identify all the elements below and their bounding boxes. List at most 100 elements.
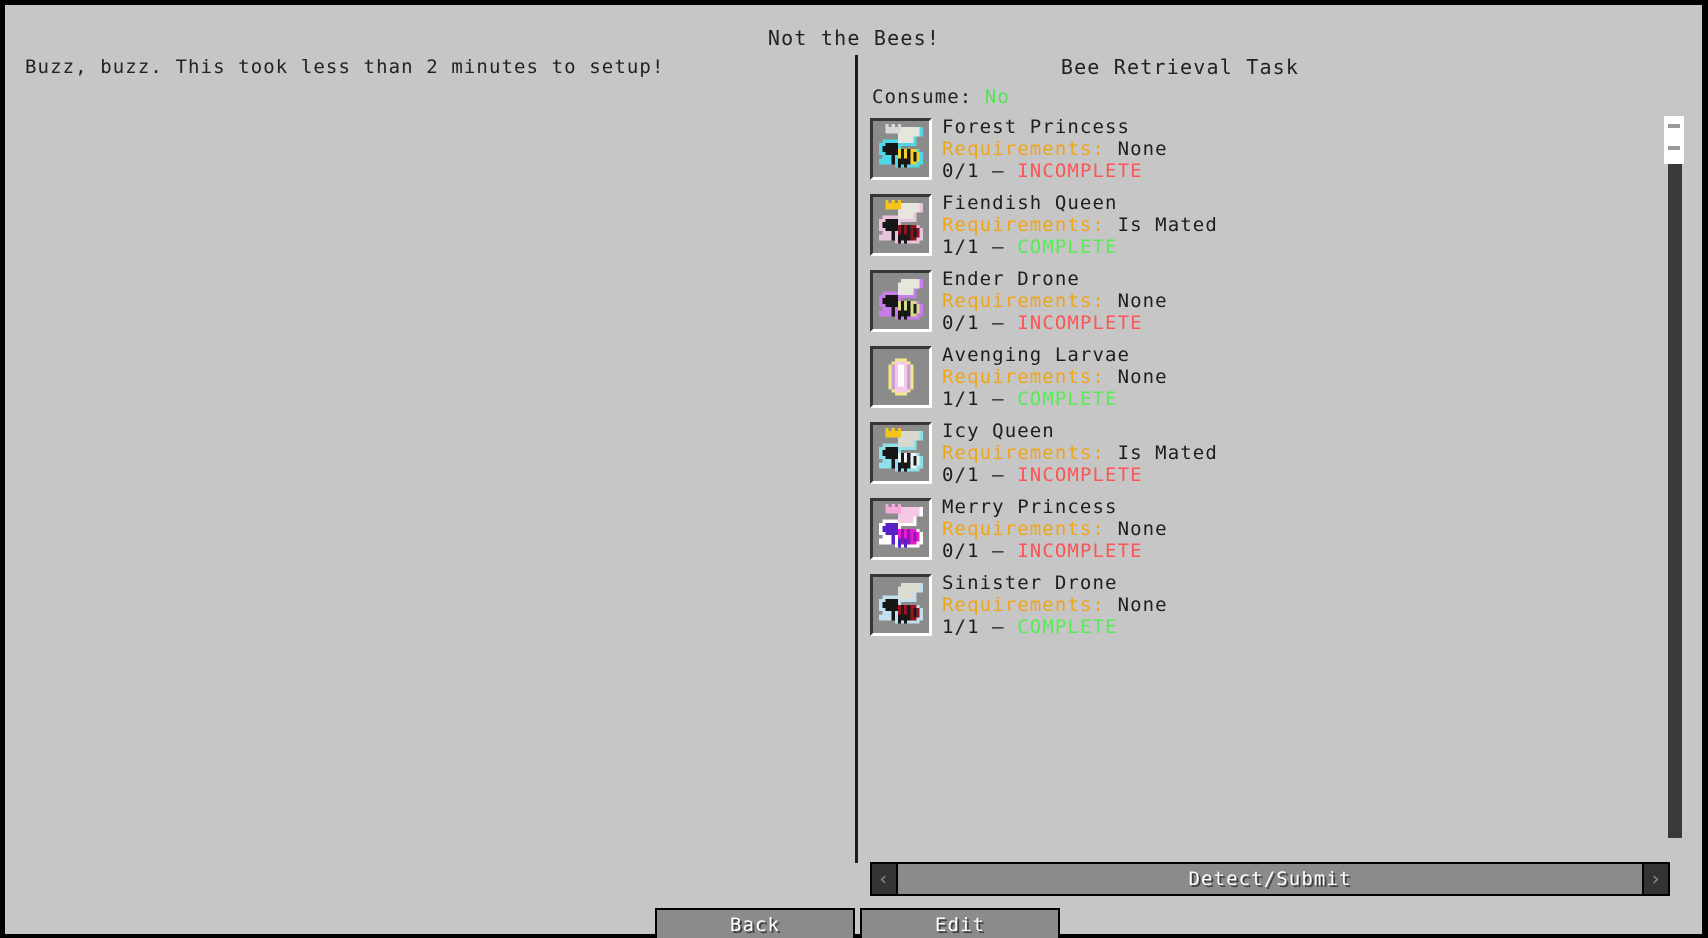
progress-status: COMPLETE bbox=[1017, 236, 1118, 258]
bee-task-list: Forest Princess Requirements: None 0/1 – I… bbox=[870, 116, 1630, 650]
progress-dash: – bbox=[992, 160, 1005, 182]
progress-dash: – bbox=[992, 616, 1005, 638]
bee-task-text: Fiendish Queen Requirements: Is Mated 1/1 … bbox=[942, 192, 1218, 258]
progress-count: 0/1 bbox=[942, 464, 980, 486]
edit-button-label: Edit bbox=[934, 913, 986, 936]
progress-count: 1/1 bbox=[942, 236, 980, 258]
progress-status: INCOMPLETE bbox=[1017, 464, 1143, 486]
detect-submit-label: Detect/Submit bbox=[1188, 867, 1352, 890]
requirements-value: None bbox=[1117, 518, 1168, 540]
panel-title: Bee Retrieval Task bbox=[1060, 55, 1300, 79]
bee-task-row[interactable]: Ender Drone Requirements: None 0/1 – INCOM… bbox=[870, 268, 1630, 340]
progress-status: COMPLETE bbox=[1017, 388, 1118, 410]
bee-ender-drone-icon[interactable] bbox=[870, 270, 932, 332]
scrollbar-grip-line bbox=[1668, 146, 1680, 150]
bee-name: Fiendish Queen bbox=[942, 192, 1118, 214]
progress-dash: – bbox=[992, 540, 1005, 562]
progress-count: 1/1 bbox=[942, 388, 980, 410]
requirements-key: Requirements: bbox=[942, 290, 1106, 312]
requirements-value: Is Mated bbox=[1117, 214, 1218, 236]
bee-requirements: Requirements: None bbox=[942, 366, 1168, 388]
requirements-value: None bbox=[1117, 366, 1168, 388]
back-button-label: Back bbox=[729, 913, 781, 936]
bee-progress: 0/1 – INCOMPLETE bbox=[942, 464, 1218, 486]
bee-task-text: Avenging Larvae Requirements: None 1/1 – C… bbox=[942, 344, 1168, 410]
back-button[interactable]: Back bbox=[655, 908, 855, 938]
bee-task-text: Sinister Drone Requirements: None 1/1 – CO… bbox=[942, 572, 1168, 638]
progress-count: 0/1 bbox=[942, 312, 980, 334]
bee-name: Sinister Drone bbox=[942, 572, 1118, 594]
edit-button[interactable]: Edit bbox=[860, 908, 1060, 938]
progress-dash: – bbox=[992, 236, 1005, 258]
bee-task-text: Merry Princess Requirements: None 0/1 – IN… bbox=[942, 496, 1168, 562]
minecraft-gui-screen: Not the Bees! Buzz, buzz. This took less… bbox=[0, 0, 1708, 938]
submit-row: ‹ Detect/Submit › bbox=[870, 862, 1670, 896]
bee-requirements: Requirements: None bbox=[942, 594, 1168, 616]
bee-task-row[interactable]: Icy Queen Requirements: Is Mated 0/1 – INC… bbox=[870, 420, 1630, 492]
progress-count: 1/1 bbox=[942, 616, 980, 638]
progress-status: INCOMPLETE bbox=[1017, 160, 1143, 182]
bee-task-text: Forest Princess Requirements: None 0/1 – I… bbox=[942, 116, 1168, 182]
bee-name: Merry Princess bbox=[942, 496, 1118, 518]
bee-requirements: Requirements: Is Mated bbox=[942, 442, 1218, 464]
bee-task-row[interactable]: Merry Princess Requirements: None 0/1 – IN… bbox=[870, 496, 1630, 568]
bee-task-text: Icy Queen Requirements: Is Mated 0/1 – INC… bbox=[942, 420, 1218, 486]
progress-status: INCOMPLETE bbox=[1017, 540, 1143, 562]
bee-task-row[interactable]: Fiendish Queen Requirements: Is Mated 1/1 … bbox=[870, 192, 1630, 264]
panel-divider bbox=[855, 55, 858, 863]
progress-status: COMPLETE bbox=[1017, 616, 1118, 638]
progress-dash: – bbox=[992, 464, 1005, 486]
detect-submit-button[interactable]: Detect/Submit bbox=[898, 862, 1642, 896]
window-border-left bbox=[0, 0, 5, 938]
bee-task-row[interactable]: Avenging Larvae Requirements: None 1/1 – C… bbox=[870, 344, 1630, 416]
bee-name: Forest Princess bbox=[942, 116, 1131, 138]
requirements-key: Requirements: bbox=[942, 138, 1106, 160]
requirements-value: None bbox=[1117, 290, 1168, 312]
bee-task-row[interactable]: Sinister Drone Requirements: None 1/1 – CO… bbox=[870, 572, 1630, 644]
progress-count: 0/1 bbox=[942, 540, 980, 562]
bee-requirements: Requirements: None bbox=[942, 290, 1168, 312]
bee-task-text: Ender Drone Requirements: None 0/1 – INCOM… bbox=[942, 268, 1168, 334]
bee-icy-queen-icon[interactable] bbox=[870, 422, 932, 484]
bee-merry-princess-icon[interactable] bbox=[870, 498, 932, 560]
bee-progress: 0/1 – INCOMPLETE bbox=[942, 540, 1168, 562]
bee-progress: 0/1 – INCOMPLETE bbox=[942, 312, 1168, 334]
bee-progress: 1/1 – COMPLETE bbox=[942, 388, 1168, 410]
bee-requirements: Requirements: None bbox=[942, 138, 1168, 160]
bee-sinister-drone-icon[interactable] bbox=[870, 574, 932, 636]
progress-dash: – bbox=[992, 312, 1005, 334]
bee-progress: 0/1 – INCOMPLETE bbox=[942, 160, 1168, 182]
prev-page-button[interactable]: ‹ bbox=[870, 862, 898, 896]
requirements-key: Requirements: bbox=[942, 594, 1106, 616]
consume-value: No bbox=[984, 86, 1010, 108]
bee-name: Icy Queen bbox=[942, 420, 1055, 442]
bee-requirements: Requirements: Is Mated bbox=[942, 214, 1218, 236]
scrollbar-thumb[interactable] bbox=[1664, 116, 1684, 164]
scrollbar-grip-line bbox=[1668, 124, 1680, 128]
progress-dash: – bbox=[992, 388, 1005, 410]
bee-progress: 1/1 – COMPLETE bbox=[942, 616, 1168, 638]
requirements-key: Requirements: bbox=[942, 214, 1106, 236]
requirements-key: Requirements: bbox=[942, 366, 1106, 388]
next-page-button[interactable]: › bbox=[1642, 862, 1670, 896]
consume-label: Consume: bbox=[872, 86, 973, 108]
consume-row: Consume: No bbox=[872, 88, 1010, 107]
window-border-top bbox=[0, 0, 1708, 5]
window-border-right bbox=[1702, 0, 1708, 938]
bee-name: Avenging Larvae bbox=[942, 344, 1131, 366]
progress-status: INCOMPLETE bbox=[1017, 312, 1143, 334]
bee-name: Ender Drone bbox=[942, 268, 1080, 290]
progress-count: 0/1 bbox=[942, 160, 980, 182]
requirements-value: None bbox=[1117, 594, 1168, 616]
requirements-key: Requirements: bbox=[942, 518, 1106, 540]
requirements-key: Requirements: bbox=[942, 442, 1106, 464]
scrollbar-track[interactable] bbox=[1668, 118, 1682, 838]
bee-fiendish-queen-icon[interactable] bbox=[870, 194, 932, 256]
bee-task-row[interactable]: Forest Princess Requirements: None 0/1 – I… bbox=[870, 116, 1630, 188]
page-title: Not the Bees! bbox=[767, 26, 941, 50]
bee-forest-princess-icon[interactable] bbox=[870, 118, 932, 180]
bee-progress: 1/1 – COMPLETE bbox=[942, 236, 1218, 258]
requirements-value: None bbox=[1117, 138, 1168, 160]
requirements-value: Is Mated bbox=[1117, 442, 1218, 464]
bee-avenging-larvae-icon[interactable] bbox=[870, 346, 932, 408]
